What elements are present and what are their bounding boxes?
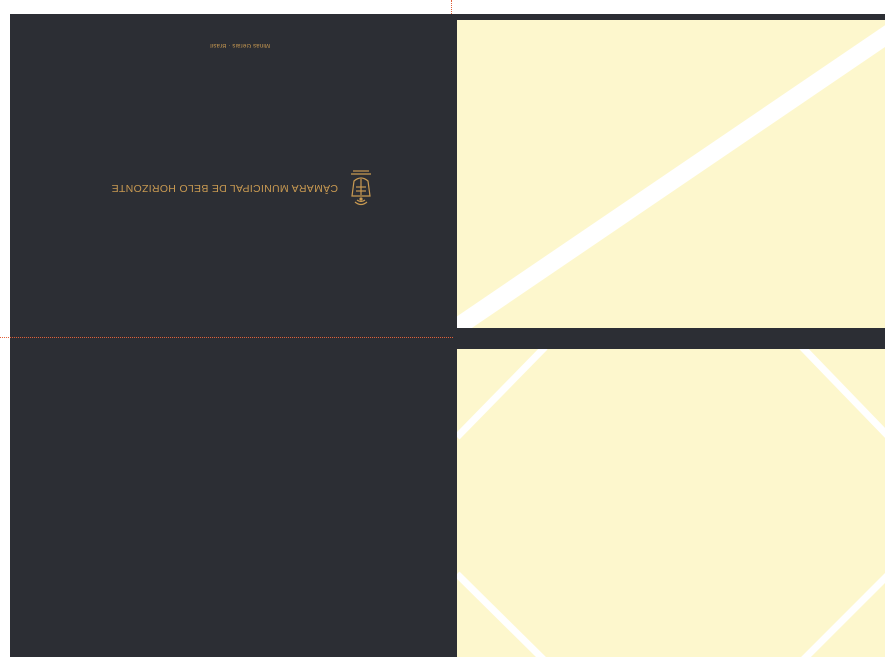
panel-separator <box>453 332 885 346</box>
cover-title: CÂMARA MUNICIPAL DE BELO HORIZONTE <box>111 182 338 194</box>
coat-of-arms-icon <box>351 170 371 206</box>
council-logo: CÂMARA MUNICIPAL DE BELO HORIZONTE <box>106 166 376 210</box>
envelope-flap-top-face <box>457 20 885 328</box>
crop-guide-vertical <box>451 0 452 14</box>
cover-back-panel: Minas Gerais · Brasil CÂMARA MUNICIPAL D… <box>10 14 453 657</box>
top-fold-lines <box>457 25 885 328</box>
print-layout-canvas: Minas Gerais · Brasil CÂMARA MUNICIPAL D… <box>0 0 885 657</box>
envelope-flap-top <box>453 14 885 332</box>
crop-guide-horizontal <box>0 337 453 338</box>
bottom-fold-lines <box>457 349 885 657</box>
envelope-flap-bottom-face <box>457 349 885 657</box>
city-line: Minas Gerais · Brasil <box>210 42 270 48</box>
envelope-flap-bottom <box>453 346 885 657</box>
